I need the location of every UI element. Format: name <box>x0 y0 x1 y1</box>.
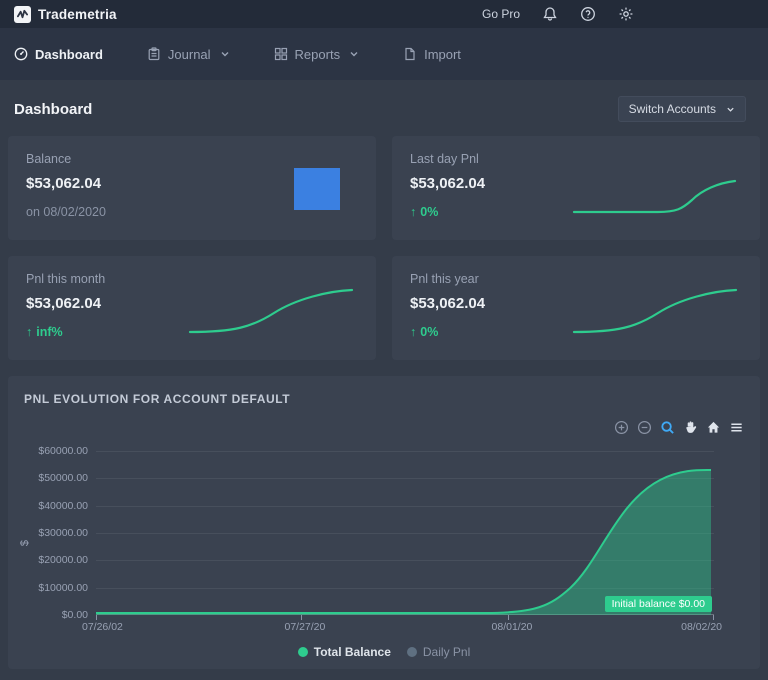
sparkline-last-day <box>572 179 737 214</box>
y-tick: $0.00 <box>61 609 88 621</box>
switch-accounts-label: Switch Accounts <box>628 102 716 116</box>
legend-dot-green <box>297 647 308 657</box>
chevron-down-icon <box>220 49 230 59</box>
y-tick: $50000.00 <box>38 472 88 484</box>
chart-legend: Total Balance Daily Pnl <box>8 645 760 659</box>
journal-icon <box>147 47 161 61</box>
legend-dot-muted <box>406 647 417 657</box>
x-tick-label: 07/26/02 <box>82 621 123 633</box>
pnl-evolution-panel: PNL EVOLUTION FOR ACCOUNT DEFAULT $ $600… <box>8 376 760 669</box>
nav-item-reports[interactable]: Reports <box>274 47 360 62</box>
y-tick: $20000.00 <box>38 554 88 566</box>
up-arrow-icon: ↑ <box>410 205 417 219</box>
reports-grid-icon <box>274 47 288 61</box>
box-zoom-icon[interactable] <box>660 420 675 435</box>
brand[interactable]: Trademetria <box>14 5 117 23</box>
sparkline-year <box>572 288 738 334</box>
page-title: Dashboard <box>14 100 93 118</box>
nav-label: Dashboard <box>35 46 103 62</box>
pnl-this-year-card: Pnl this year $53,062.04 ↑ 0% <box>392 256 760 360</box>
balance-blue-box <box>294 168 340 210</box>
go-pro-button[interactable]: Go Pro <box>482 7 520 21</box>
trademetria-logo-icon <box>14 5 31 23</box>
total-balance-area-series <box>96 468 712 615</box>
up-arrow-icon: ↑ <box>410 325 417 339</box>
top-bar: Trademetria Go Pro <box>0 0 768 28</box>
y-tick: $10000.00 <box>38 582 88 594</box>
card-label: Balance <box>26 152 72 166</box>
legend-label: Total Balance <box>313 645 391 659</box>
nav-item-dashboard[interactable]: Dashboard <box>14 47 103 62</box>
y-axis: $ $60000.00 $50000.00 $40000.00 $30000.0… <box>19 444 96 629</box>
pnl-this-month-card: Pnl this month $53,062.04 ↑ inf% <box>8 256 376 360</box>
main-nav: Dashboard Journal Reports Import <box>0 28 768 80</box>
menu-icon[interactable] <box>729 420 744 435</box>
chart-title: PNL EVOLUTION FOR ACCOUNT DEFAULT <box>24 392 291 406</box>
y-tick: $40000.00 <box>38 500 88 512</box>
chart-plot-zone: $ $60000.00 $50000.00 $40000.00 $30000.0… <box>19 444 744 633</box>
x-tick-label: 08/01/20 <box>491 621 533 633</box>
up-arrow-icon: ↑ <box>26 325 33 339</box>
zoom-in-icon[interactable] <box>614 420 629 435</box>
nav-label: Import <box>424 46 461 62</box>
home-reset-icon[interactable] <box>706 420 721 435</box>
legend-daily-pnl[interactable]: Daily Pnl <box>406 645 471 659</box>
nav-item-import[interactable]: Import <box>403 47 461 62</box>
chart-toolbar <box>614 420 744 435</box>
last-day-pnl-card: Last day Pnl $53,062.04 ↑ 0% <box>392 136 760 240</box>
nav-label: Journal <box>167 46 211 62</box>
brand-name: Trademetria <box>38 6 117 22</box>
legend-label: Daily Pnl <box>422 645 471 659</box>
x-tick-label: 08/02/20 <box>681 621 722 633</box>
change-value: inf% <box>36 325 63 339</box>
nav-label: Reports <box>294 46 341 62</box>
change-value: 0% <box>420 205 439 219</box>
switch-accounts-button[interactable]: Switch Accounts <box>617 96 746 122</box>
pan-hand-icon[interactable] <box>683 420 698 435</box>
nav-item-journal[interactable]: Journal <box>147 47 230 62</box>
plot-area[interactable]: 07/26/02 07/27/20 08/01/20 08/02/20 Init… <box>82 444 722 633</box>
change-value: 0% <box>420 325 439 339</box>
gear-icon[interactable] <box>618 6 634 22</box>
y-tick: $60000.00 <box>38 445 88 457</box>
help-icon[interactable] <box>580 6 596 22</box>
chevron-down-icon <box>349 49 359 59</box>
chevron-down-icon <box>727 107 734 112</box>
balance-card: Balance $53,062.04 on 08/02/2020 <box>8 136 376 240</box>
stat-cards: Balance $53,062.04 on 08/02/2020 Last da… <box>0 136 768 360</box>
import-file-icon <box>403 47 417 61</box>
bell-icon[interactable] <box>542 6 558 22</box>
y-axis-title: $ <box>19 539 32 546</box>
zoom-out-icon[interactable] <box>637 420 652 435</box>
gauge-icon <box>14 47 28 61</box>
initial-balance-badge: Initial balance $0.00 <box>604 596 712 612</box>
legend-total-balance[interactable]: Total Balance <box>297 645 391 659</box>
x-tick-label: 07/27/20 <box>284 621 326 633</box>
y-tick: $30000.00 <box>38 527 88 539</box>
sparkline-month <box>188 288 354 334</box>
